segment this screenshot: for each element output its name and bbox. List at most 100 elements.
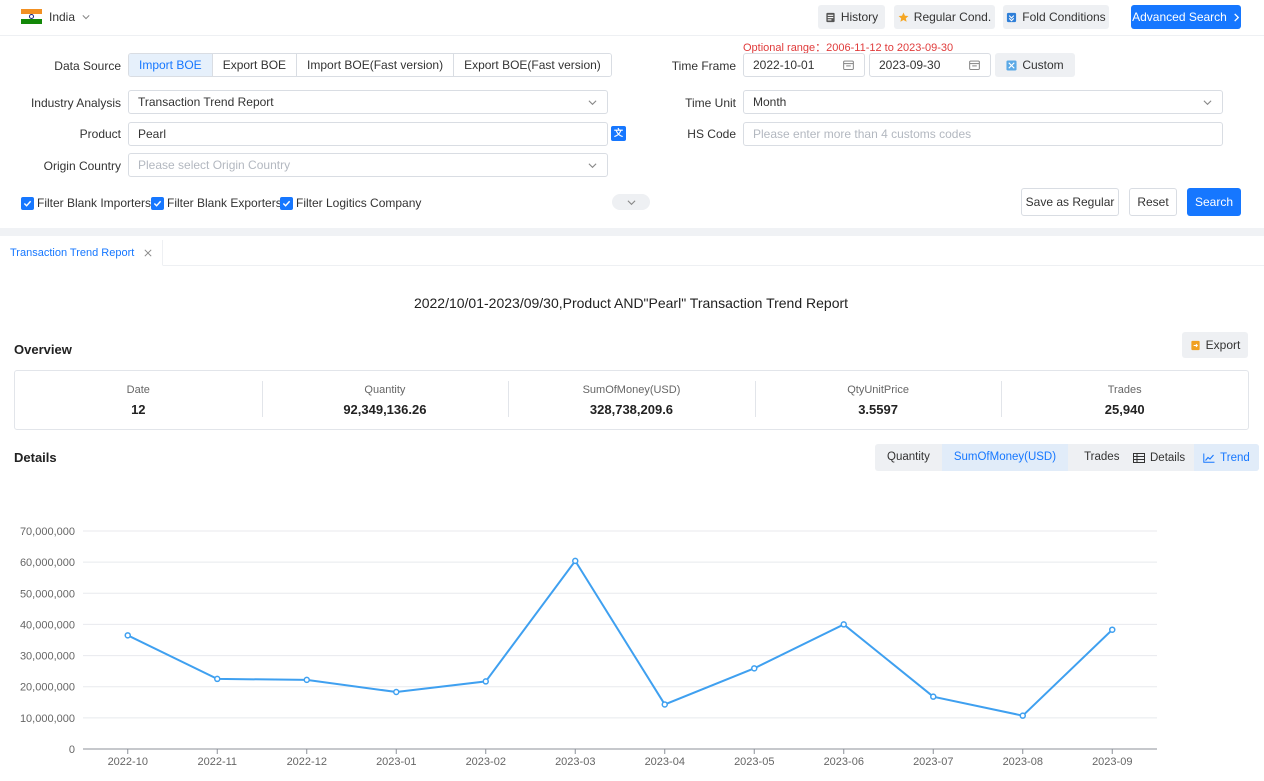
data-point xyxy=(1019,712,1026,719)
history-button[interactable]: History xyxy=(818,5,885,29)
view-tab-label: Details xyxy=(1150,451,1186,464)
regular-cond-button[interactable]: Regular Cond. xyxy=(894,5,995,29)
x-tick-label: 2023-03 xyxy=(555,756,595,768)
calendar-icon xyxy=(969,60,980,70)
export-button[interactable]: Export xyxy=(1182,332,1248,358)
x-tick-label: 2022-11 xyxy=(197,756,237,768)
checkbox-label: Filter Logitics Company xyxy=(296,196,422,210)
hs-code-placeholder: Please enter more than 4 customs codes xyxy=(753,127,972,141)
data-source-export-boe-fast[interactable]: Export BOE(Fast version) xyxy=(454,54,611,76)
translate-icon[interactable]: 文 xyxy=(611,126,626,141)
overview-stats: Date 12 Quantity 92,349,136.26 SumOfMone… xyxy=(14,370,1249,430)
hs-code-input[interactable]: Please enter more than 4 customs codes xyxy=(743,122,1223,146)
search-button[interactable]: Search xyxy=(1187,188,1241,216)
y-tick-label: 60,000,000 xyxy=(20,557,75,569)
x-tick-label: 2023-07 xyxy=(913,756,953,768)
reset-button[interactable]: Reset xyxy=(1129,188,1177,216)
x-tick-label: 2022-12 xyxy=(287,756,327,768)
x-tick-label: 2023-08 xyxy=(1003,756,1043,768)
stat-trades: Trades 25,940 xyxy=(1001,371,1248,429)
checkbox-checked-icon xyxy=(280,196,293,210)
tab-label: Transaction Trend Report xyxy=(10,246,135,259)
data-source-import-boe-fast[interactable]: Import BOE(Fast version) xyxy=(297,54,455,76)
date-to-value: 2023-09-30 xyxy=(879,58,941,72)
view-tab-trend[interactable]: Trend xyxy=(1194,444,1259,471)
line-chart-icon xyxy=(1203,453,1215,463)
stat-sum-of-money: SumOfMoney(USD) 328,738,209.6 xyxy=(508,371,755,429)
data-point xyxy=(303,676,310,684)
chevron-right-icon xyxy=(1234,12,1240,22)
time-unit-select[interactable]: Month xyxy=(743,90,1223,114)
x-tick-label: 2023-04 xyxy=(645,756,685,768)
view-tab-details[interactable]: Details xyxy=(1124,444,1194,471)
y-tick-label: 0 xyxy=(69,744,75,756)
fold-conditions-button[interactable]: Fold Conditions xyxy=(1003,5,1109,29)
filter-blank-exporters-checkbox[interactable]: Filter Blank Exporters xyxy=(151,196,282,210)
advanced-search-label: Advanced Search xyxy=(1132,10,1227,24)
filter-logistics-company-checkbox[interactable]: Filter Logitics Company xyxy=(280,196,421,210)
calendar-icon xyxy=(843,60,854,70)
custom-label: Custom xyxy=(1022,58,1064,72)
industry-analysis-select[interactable]: Transaction Trend Report xyxy=(128,90,608,114)
star-icon xyxy=(898,12,909,22)
country-selector[interactable]: India xyxy=(21,9,90,24)
regular-cond-label: Regular Cond. xyxy=(913,10,992,24)
data-source-segmented: Import BOE Export BOE Import BOE(Fast ve… xyxy=(128,53,612,77)
stat-key: Trades xyxy=(1107,383,1142,396)
export-label: Export xyxy=(1205,338,1241,352)
product-label: Product xyxy=(79,127,121,141)
data-point xyxy=(751,665,758,672)
y-tick-label: 30,000,000 xyxy=(20,651,75,663)
tab-transaction-trend-report[interactable]: Transaction Trend Report xyxy=(0,240,164,266)
industry-analysis-value: Transaction Trend Report xyxy=(138,95,274,109)
time-unit-value: Month xyxy=(753,95,787,109)
y-tick-label: 70,000,000 xyxy=(20,526,75,538)
country-name: India xyxy=(49,9,76,24)
stat-value: 25,940 xyxy=(1104,401,1145,417)
history-label: History xyxy=(840,10,879,24)
x-tick-label: 2023-09 xyxy=(1092,756,1132,768)
metric-tab-quantity[interactable]: Quantity xyxy=(875,444,942,471)
chevron-down-icon xyxy=(627,199,635,205)
data-source-import-boe[interactable]: Import BOE xyxy=(129,54,213,76)
checkbox-label: Filter Blank Importers xyxy=(37,196,152,210)
chevron-down-icon xyxy=(82,14,90,19)
product-input[interactable]: Pearl xyxy=(128,122,608,146)
chevron-down-icon xyxy=(588,100,597,106)
close-icon[interactable] xyxy=(144,248,152,257)
date-from-input[interactable]: 2022-10-01 xyxy=(743,53,865,77)
advanced-search-button[interactable]: Advanced Search xyxy=(1131,5,1241,29)
y-tick-label: 10,000,000 xyxy=(20,713,75,725)
filter-blank-importers-checkbox[interactable]: Filter Blank Importers xyxy=(21,196,151,210)
stat-value: 3.5597 xyxy=(858,401,898,417)
custom-icon xyxy=(1006,59,1017,71)
x-tick-label: 2023-06 xyxy=(824,756,864,768)
report-title: 2022/10/01-2023/09/30,Product AND"Pearl"… xyxy=(413,295,849,311)
custom-range-button[interactable]: Custom xyxy=(995,53,1075,77)
fold-conditions-label: Fold Conditions xyxy=(1022,10,1106,24)
x-tick-label: 2023-01 xyxy=(376,756,416,768)
date-to-input[interactable]: 2023-09-30 xyxy=(869,53,991,77)
data-point xyxy=(124,632,131,639)
stat-key: QtyUnitPrice xyxy=(847,383,909,396)
data-source-label: Data Source xyxy=(54,59,121,73)
tab-divider xyxy=(0,265,1264,266)
chevron-down-icon xyxy=(1203,100,1212,106)
save-as-regular-button[interactable]: Save as Regular xyxy=(1021,188,1119,216)
metric-tab-sum-of-money[interactable]: SumOfMoney(USD) xyxy=(941,444,1069,471)
origin-country-label: Origin Country xyxy=(43,159,121,173)
data-point xyxy=(482,678,489,685)
expand-filters-toggle[interactable] xyxy=(612,194,650,210)
details-heading: Details xyxy=(14,450,57,465)
date-from-value: 2022-10-01 xyxy=(753,58,815,72)
stat-value: 328,738,209.6 xyxy=(589,401,674,417)
data-point xyxy=(393,688,400,696)
x-tick-label: 2023-02 xyxy=(466,756,506,768)
chevron-down-icon xyxy=(588,163,597,169)
data-point xyxy=(840,621,847,628)
origin-country-select[interactable]: Please select Origin Country xyxy=(128,153,608,177)
overview-heading: Overview xyxy=(14,342,72,357)
data-source-export-boe[interactable]: Export BOE xyxy=(212,54,298,76)
export-icon xyxy=(1191,340,1200,350)
data-point xyxy=(214,675,221,683)
